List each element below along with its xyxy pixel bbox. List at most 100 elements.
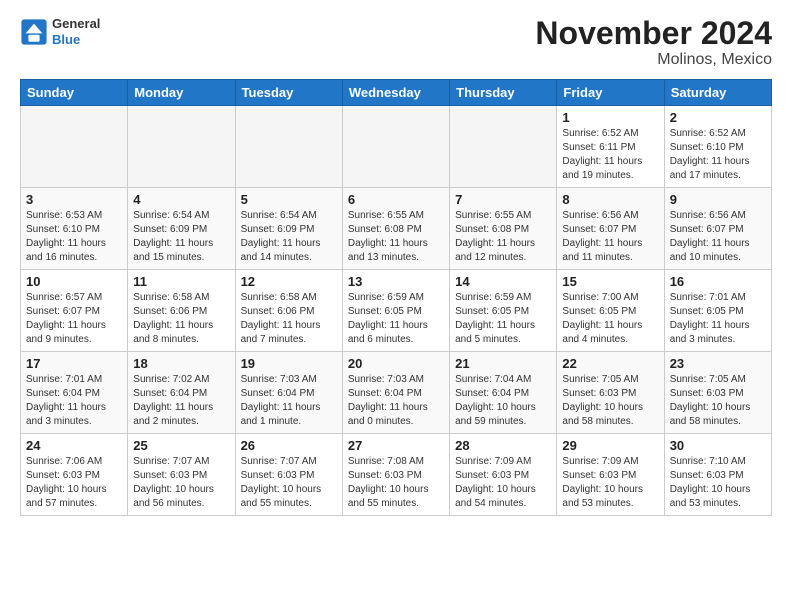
day-number: 5	[241, 192, 337, 207]
calendar-cell: 28Sunrise: 7:09 AM Sunset: 6:03 PM Dayli…	[450, 434, 557, 516]
day-number: 14	[455, 274, 551, 289]
calendar-cell: 3Sunrise: 6:53 AM Sunset: 6:10 PM Daylig…	[21, 188, 128, 270]
day-number: 7	[455, 192, 551, 207]
logo-blue-text: Blue	[52, 32, 100, 48]
logo-text: General Blue	[52, 16, 100, 47]
day-number: 18	[133, 356, 229, 371]
day-header-sunday: Sunday	[21, 80, 128, 106]
day-number: 6	[348, 192, 444, 207]
day-info: Sunrise: 7:04 AM Sunset: 6:04 PM Dayligh…	[455, 373, 551, 429]
location-subtitle: Molinos, Mexico	[535, 51, 772, 69]
calendar-cell: 12 Sunrise: 6:58 AM Sunset: 6:06 PM Dayli…	[235, 270, 342, 352]
calendar-cell: 16 Sunrise: 7:01 AM Sunset: 6:05 PM Dayli…	[664, 270, 771, 352]
calendar-cell: 19 Sunrise: 7:03 AM Sunset: 6:04 PM Dayli…	[235, 352, 342, 434]
day-info: Sunrise: 7:07 AM Sunset: 6:03 PM Dayligh…	[241, 455, 337, 511]
day-info: Sunrise: 6:56 AM Sunset: 6:07 PM Dayligh…	[562, 209, 658, 265]
title-block: November 2024 Molinos, Mexico	[535, 16, 772, 69]
day-info: Sunrise: 7:02 AM Sunset: 6:04 PM Dayligh…	[133, 373, 229, 429]
page: General Blue November 2024 Molinos, Mexi…	[0, 0, 792, 532]
day-number: 15	[562, 274, 658, 289]
day-info: Sunrise: 6:56 AM Sunset: 6:07 PM Dayligh…	[670, 209, 766, 265]
calendar-cell: 13Sunrise: 6:59 AM Sunset: 6:05 PM Dayli…	[342, 270, 449, 352]
day-info: Sunrise: 7:01 AM Sunset: 6:04 PM Dayligh…	[26, 373, 122, 429]
calendar-cell: 21 Sunrise: 7:04 AM Sunset: 6:04 PM Dayli…	[450, 352, 557, 434]
calendar-cell: 26Sunrise: 7:07 AM Sunset: 6:03 PM Dayli…	[235, 434, 342, 516]
week-row-1: 1 Sunrise: 6:52 AM Sunset: 6:11 PM Daylig…	[21, 106, 772, 188]
day-info: Sunrise: 6:54 AM Sunset: 6:09 PM Dayligh…	[241, 209, 337, 265]
calendar-cell: 2Sunrise: 6:52 AM Sunset: 6:10 PM Daylig…	[664, 106, 771, 188]
calendar-cell: 17 Sunrise: 7:01 AM Sunset: 6:04 PM Dayli…	[21, 352, 128, 434]
week-row-2: 3Sunrise: 6:53 AM Sunset: 6:10 PM Daylig…	[21, 188, 772, 270]
calendar-cell: 14 Sunrise: 6:59 AM Sunset: 6:05 PM Dayli…	[450, 270, 557, 352]
calendar-cell: 1 Sunrise: 6:52 AM Sunset: 6:11 PM Daylig…	[557, 106, 664, 188]
calendar-cell: 30 Sunrise: 7:10 AM Sunset: 6:03 PM Dayli…	[664, 434, 771, 516]
day-info: Sunrise: 6:57 AM Sunset: 6:07 PM Dayligh…	[26, 291, 122, 347]
logo: General Blue	[20, 16, 100, 47]
day-number: 28	[455, 438, 551, 453]
day-number: 12	[241, 274, 337, 289]
calendar-cell: 4 Sunrise: 6:54 AM Sunset: 6:09 PM Daylig…	[128, 188, 235, 270]
day-info: Sunrise: 6:52 AM Sunset: 6:10 PM Dayligh…	[670, 127, 766, 183]
day-header-saturday: Saturday	[664, 80, 771, 106]
day-info: Sunrise: 7:01 AM Sunset: 6:05 PM Dayligh…	[670, 291, 766, 347]
week-row-5: 24Sunrise: 7:06 AM Sunset: 6:03 PM Dayli…	[21, 434, 772, 516]
week-row-4: 17 Sunrise: 7:01 AM Sunset: 6:04 PM Dayli…	[21, 352, 772, 434]
day-header-thursday: Thursday	[450, 80, 557, 106]
calendar-cell: 23Sunrise: 7:05 AM Sunset: 6:03 PM Dayli…	[664, 352, 771, 434]
calendar-cell	[342, 106, 449, 188]
day-header-friday: Friday	[557, 80, 664, 106]
calendar-cell: 27 Sunrise: 7:08 AM Sunset: 6:03 PM Dayli…	[342, 434, 449, 516]
day-number: 1	[562, 110, 658, 125]
week-row-3: 10Sunrise: 6:57 AM Sunset: 6:07 PM Dayli…	[21, 270, 772, 352]
day-number: 8	[562, 192, 658, 207]
calendar-cell: 24Sunrise: 7:06 AM Sunset: 6:03 PM Dayli…	[21, 434, 128, 516]
day-number: 17	[26, 356, 122, 371]
day-number: 4	[133, 192, 229, 207]
day-info: Sunrise: 6:52 AM Sunset: 6:11 PM Dayligh…	[562, 127, 658, 183]
day-info: Sunrise: 7:09 AM Sunset: 6:03 PM Dayligh…	[562, 455, 658, 511]
day-info: Sunrise: 6:58 AM Sunset: 6:06 PM Dayligh…	[133, 291, 229, 347]
calendar-cell: 18 Sunrise: 7:02 AM Sunset: 6:04 PM Dayli…	[128, 352, 235, 434]
day-number: 9	[670, 192, 766, 207]
calendar-cell: 25 Sunrise: 7:07 AM Sunset: 6:03 PM Dayli…	[128, 434, 235, 516]
day-number: 27	[348, 438, 444, 453]
calendar-cell: 15 Sunrise: 7:00 AM Sunset: 6:05 PM Dayli…	[557, 270, 664, 352]
day-number: 23	[670, 356, 766, 371]
calendar-cell: 11Sunrise: 6:58 AM Sunset: 6:06 PM Dayli…	[128, 270, 235, 352]
calendar-cell: 22 Sunrise: 7:05 AM Sunset: 6:03 PM Dayli…	[557, 352, 664, 434]
calendar-cell	[235, 106, 342, 188]
day-number: 19	[241, 356, 337, 371]
day-header-tuesday: Tuesday	[235, 80, 342, 106]
day-info: Sunrise: 6:55 AM Sunset: 6:08 PM Dayligh…	[455, 209, 551, 265]
calendar-cell	[21, 106, 128, 188]
days-header-row: SundayMondayTuesdayWednesdayThursdayFrid…	[21, 80, 772, 106]
calendar-cell: 20Sunrise: 7:03 AM Sunset: 6:04 PM Dayli…	[342, 352, 449, 434]
day-number: 3	[26, 192, 122, 207]
day-info: Sunrise: 7:05 AM Sunset: 6:03 PM Dayligh…	[562, 373, 658, 429]
day-number: 25	[133, 438, 229, 453]
day-info: Sunrise: 7:07 AM Sunset: 6:03 PM Dayligh…	[133, 455, 229, 511]
calendar-table: SundayMondayTuesdayWednesdayThursdayFrid…	[20, 79, 772, 516]
day-info: Sunrise: 7:03 AM Sunset: 6:04 PM Dayligh…	[241, 373, 337, 429]
day-info: Sunrise: 6:59 AM Sunset: 6:05 PM Dayligh…	[455, 291, 551, 347]
calendar-cell: 29Sunrise: 7:09 AM Sunset: 6:03 PM Dayli…	[557, 434, 664, 516]
day-number: 30	[670, 438, 766, 453]
header: General Blue November 2024 Molinos, Mexi…	[20, 16, 772, 69]
day-number: 16	[670, 274, 766, 289]
logo-general-text: General	[52, 16, 100, 32]
day-info: Sunrise: 7:10 AM Sunset: 6:03 PM Dayligh…	[670, 455, 766, 511]
day-header-monday: Monday	[128, 80, 235, 106]
day-number: 22	[562, 356, 658, 371]
day-number: 20	[348, 356, 444, 371]
calendar-cell: 8 Sunrise: 6:56 AM Sunset: 6:07 PM Daylig…	[557, 188, 664, 270]
day-number: 13	[348, 274, 444, 289]
day-info: Sunrise: 7:08 AM Sunset: 6:03 PM Dayligh…	[348, 455, 444, 511]
calendar-cell	[450, 106, 557, 188]
day-info: Sunrise: 7:00 AM Sunset: 6:05 PM Dayligh…	[562, 291, 658, 347]
day-info: Sunrise: 6:58 AM Sunset: 6:06 PM Dayligh…	[241, 291, 337, 347]
day-number: 21	[455, 356, 551, 371]
day-header-wednesday: Wednesday	[342, 80, 449, 106]
calendar-cell: 5 Sunrise: 6:54 AM Sunset: 6:09 PM Daylig…	[235, 188, 342, 270]
day-info: Sunrise: 6:54 AM Sunset: 6:09 PM Dayligh…	[133, 209, 229, 265]
calendar-cell: 9 Sunrise: 6:56 AM Sunset: 6:07 PM Daylig…	[664, 188, 771, 270]
